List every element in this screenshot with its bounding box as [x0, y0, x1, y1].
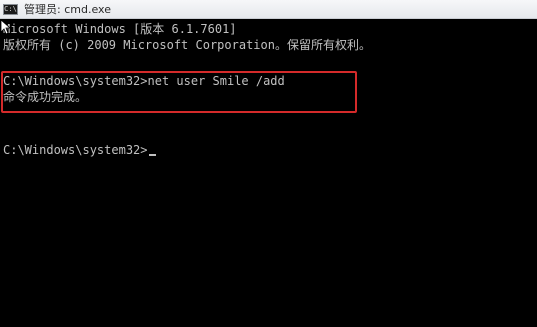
- cmd-icon: C:\: [3, 3, 18, 15]
- title-bar[interactable]: C:\ 管理员: cmd.exe: [0, 0, 537, 19]
- prompt-text: C:\Windows\system32>: [3, 143, 148, 157]
- prompt-line[interactable]: C:\Windows\system32>: [3, 144, 156, 157]
- cmd-window: C:\ 管理员: cmd.exe Microsoft Windows [版本 6…: [0, 0, 537, 327]
- window-title: 管理员: cmd.exe: [24, 3, 111, 16]
- console-line: C:\Windows\system32>net user Smile /add: [3, 74, 285, 88]
- console-area[interactable]: Microsoft Windows [版本 6.1.7601] 版权所有 (c)…: [0, 19, 537, 327]
- mouse-pointer-icon: [0, 19, 10, 35]
- text-cursor: [148, 154, 156, 156]
- console-line: 版权所有 (c) 2009 Microsoft Corporation。保留所有…: [3, 38, 371, 52]
- console-line: Microsoft Windows [版本 6.1.7601]: [3, 22, 237, 36]
- console-line: 命令成功完成。: [3, 90, 88, 104]
